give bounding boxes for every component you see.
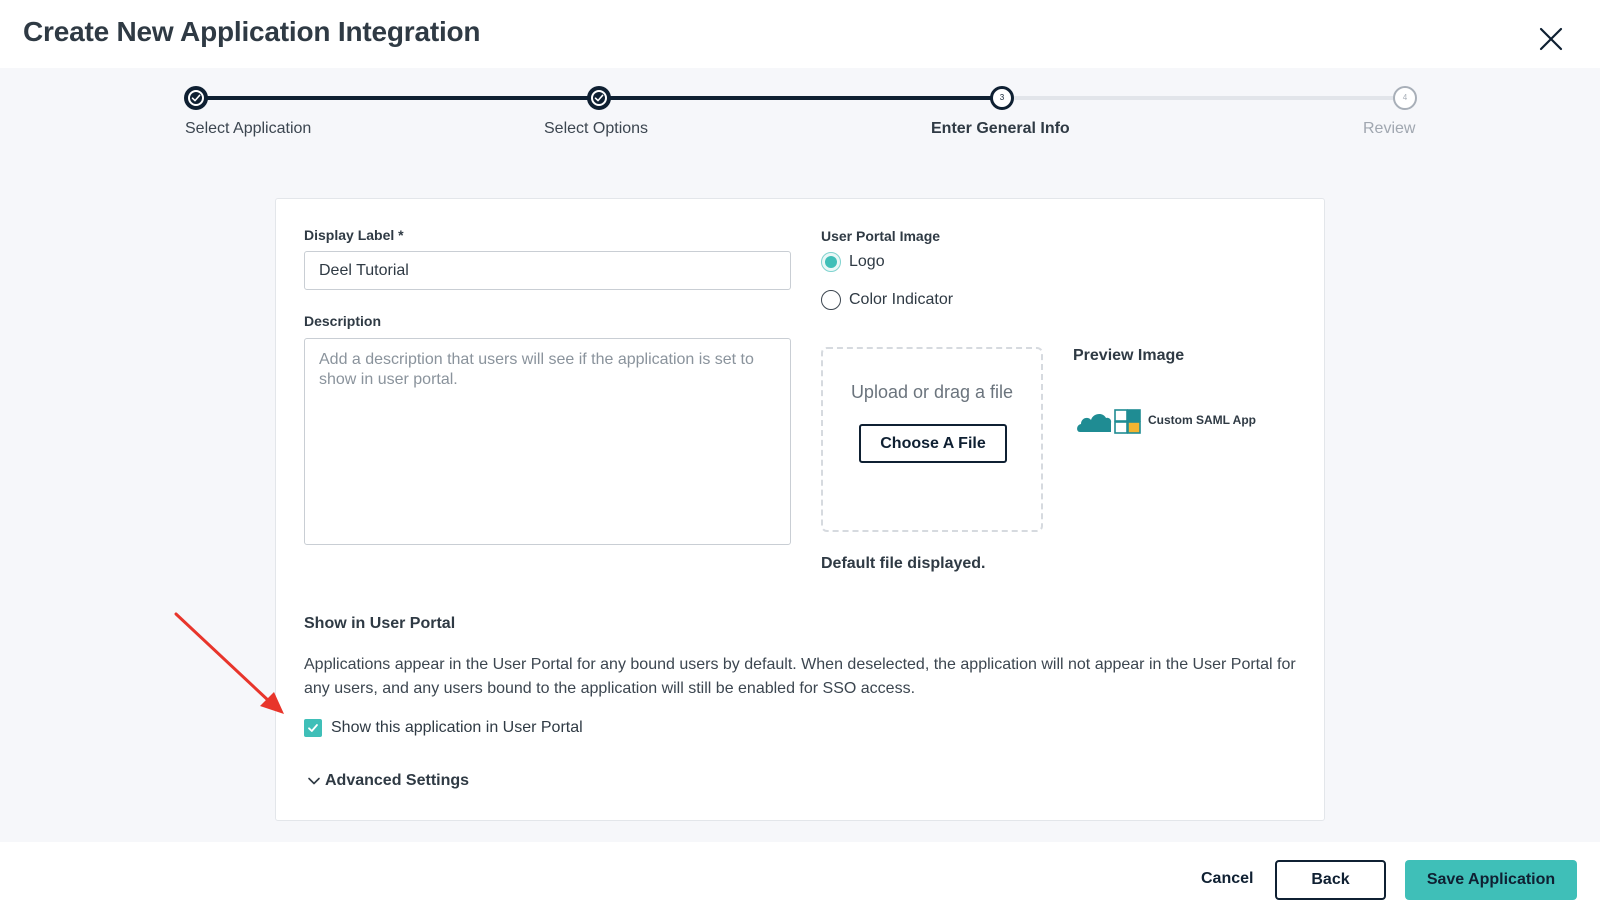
user-portal-image-label: User Portal Image — [821, 228, 941, 244]
preview-image-title: Preview Image — [1073, 347, 1185, 364]
show-in-user-portal-title: Show in User Portal — [304, 615, 456, 632]
step-4-indicator: 4 — [1393, 86, 1417, 110]
radio-color-indicator[interactable]: Color Indicator — [821, 290, 953, 310]
step-label-enter-general-info: Enter General Info — [931, 120, 1070, 137]
close-icon[interactable] — [1536, 24, 1566, 54]
stepper-line-complete-1 — [196, 96, 598, 100]
save-application-button[interactable]: Save Application — [1405, 860, 1577, 900]
file-dropzone[interactable]: Upload or drag a file Choose A File — [821, 347, 1043, 532]
stepper-line-pending — [1002, 96, 1404, 100]
show-in-portal-checkbox[interactable] — [304, 719, 322, 737]
step-3-number: 3 — [999, 93, 1005, 102]
step-label-select-application: Select Application — [185, 120, 312, 137]
description-textarea[interactable] — [304, 338, 791, 545]
step-4-number: 4 — [1402, 93, 1408, 102]
step-1-check-icon — [184, 86, 208, 110]
show-in-user-portal-description: Applications appear in the User Portal f… — [304, 656, 1296, 697]
radio-logo-label: Logo — [849, 253, 885, 270]
step-2-check-icon — [587, 86, 611, 110]
step-label-review: Review — [1363, 120, 1416, 137]
description-label: Description — [304, 313, 382, 329]
modal-header: Create New Application Integration — [0, 0, 1600, 68]
choose-file-button[interactable]: Choose A File — [859, 424, 1007, 463]
step-3-indicator: 3 — [990, 86, 1014, 110]
back-button[interactable]: Back — [1275, 860, 1386, 900]
advanced-settings-label: Advanced Settings — [325, 772, 470, 789]
preview-logo: Custom SAML App — [1076, 405, 1256, 435]
chevron-down-icon — [308, 777, 320, 785]
annotation-arrow-icon — [174, 612, 284, 714]
default-file-note: Default file displayed. — [821, 555, 986, 572]
dropzone-text: Upload or drag a file — [850, 382, 1014, 402]
radio-color-indicator-label: Color Indicator — [849, 291, 954, 308]
step-label-select-options: Select Options — [544, 120, 649, 137]
preview-logo-text: Custom SAML App — [1148, 413, 1256, 427]
show-in-portal-checkbox-label: Show this application in User Portal — [331, 719, 583, 736]
checkmark-icon — [308, 724, 318, 732]
radio-color-indicator-indicator[interactable] — [821, 290, 841, 310]
radio-logo[interactable]: Logo — [821, 252, 885, 272]
stepper-line-complete-2 — [598, 96, 1002, 100]
advanced-settings-toggle[interactable]: Advanced Settings — [307, 772, 469, 790]
cancel-button[interactable]: Cancel — [1201, 870, 1253, 888]
page-title: Create New Application Integration — [23, 16, 481, 47]
custom-saml-app-logo-icon — [1077, 409, 1141, 434]
display-label-label: Display Label * — [304, 227, 404, 243]
show-in-portal-checkbox-row[interactable]: Show this application in User Portal — [304, 719, 583, 737]
radio-logo-indicator[interactable] — [821, 252, 841, 272]
display-label-input[interactable] — [304, 251, 791, 290]
